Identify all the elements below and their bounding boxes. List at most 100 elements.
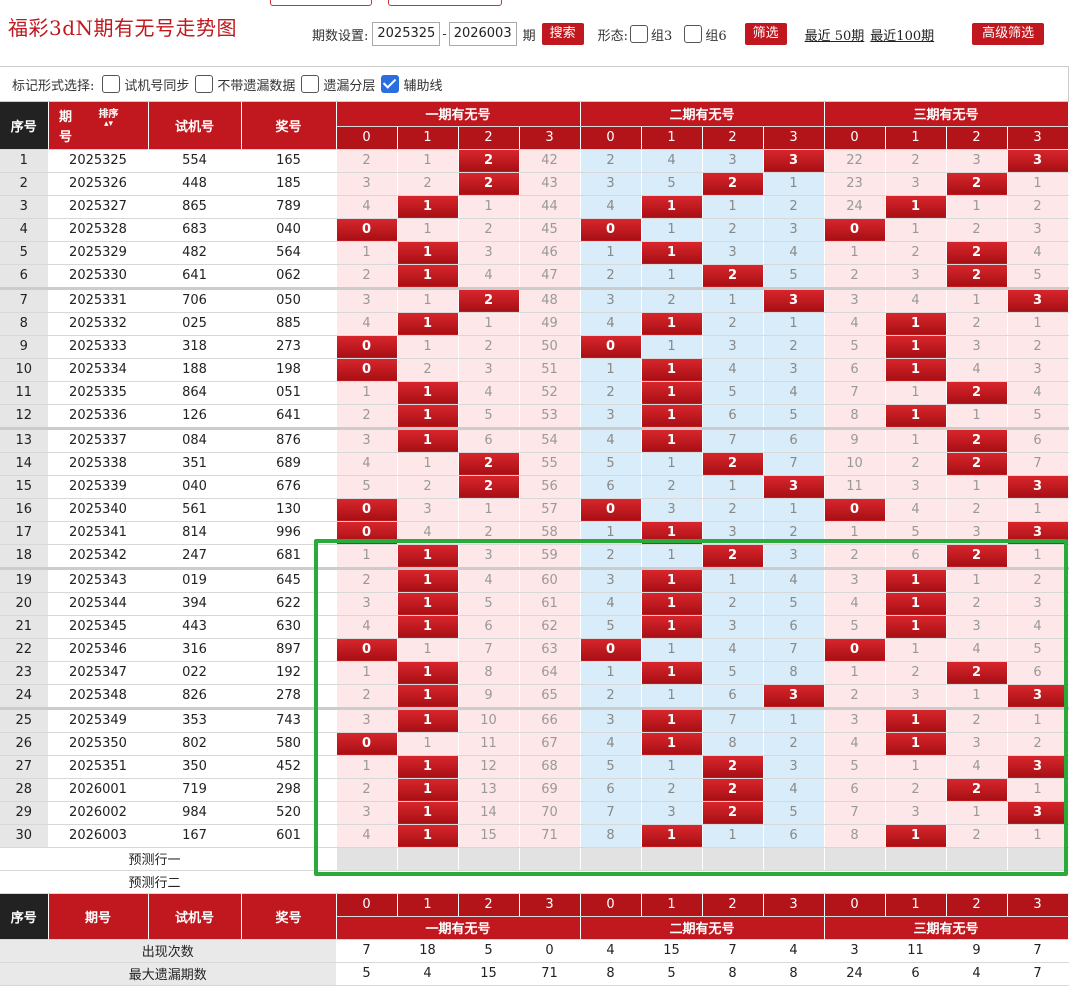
miss-cell: 1 [397,149,459,173]
period-from-input[interactable]: 2025325 [372,22,441,46]
prediction-cell[interactable] [336,847,398,871]
hit-cell: 1 [641,241,703,265]
miss-cell: 2 [946,498,1008,522]
prediction-cell[interactable] [519,870,581,894]
aux-line-checkbox[interactable] [381,75,400,93]
trial-cell: 864 [148,381,242,405]
prediction-cell[interactable] [397,870,459,894]
prediction-cell[interactable] [1007,870,1069,894]
table-row: 10 2025334 188 198 0 2 3 51 1 1 4 3 6 1 4 3 [0,358,1069,382]
hit-cell: 1 [885,568,947,593]
period-cell: 2025332 [48,312,149,336]
sync-trial-checkbox[interactable] [102,75,121,93]
prediction-cell[interactable] [946,870,1008,894]
group6-label: 组6 [705,28,727,44]
prediction-cell[interactable] [763,847,825,871]
seq-cell: 2 [0,172,49,196]
miss-cell: 2 [946,312,1008,336]
sort-control[interactable]: 排序 ▴▾ [99,110,119,129]
miss-cell: 4 [885,498,947,522]
seq-cell: 12 [0,404,49,430]
miss-cell: 5 [763,801,825,825]
period-to-input[interactable]: 2026003 [448,22,517,46]
option-miss-layer[interactable]: 遗漏分层 [301,75,375,94]
prediction-cell[interactable] [885,870,947,894]
prediction-cell[interactable] [336,870,398,894]
prediction-cell[interactable] [397,847,459,871]
period-cell: 2025335 [48,381,149,405]
group6-checkbox[interactable] [684,25,703,43]
miss-cell: 13 [458,778,520,802]
miss-cell: 7 [824,381,886,405]
miss-cell: 8 [580,824,642,848]
miss-cell: 1 [336,381,398,405]
miss-cell: 5 [885,521,947,545]
hit-cell: 3 [1007,521,1069,545]
no-miss-data-checkbox[interactable] [195,75,214,93]
filter-button[interactable]: 筛选 [744,23,787,45]
option-aux-line[interactable]: 辅助线 [381,75,442,94]
miss-cell: 5 [824,615,886,639]
hit-cell: 1 [641,358,703,382]
period-cell: 2025347 [48,661,149,685]
option-sync-trial[interactable]: 试机号同步 [102,75,189,94]
miss-cell: 4 [458,381,520,405]
hit-cell: 1 [641,732,703,756]
prediction-cell[interactable] [580,870,642,894]
miss-cell: 2 [824,544,886,570]
miss-layer-checkbox[interactable] [301,75,320,93]
miss-cell: 3 [824,708,886,733]
seq-cell: 26 [0,732,49,756]
prediction-cell[interactable] [458,847,520,871]
miss-cell: 4 [946,638,1008,662]
miss-cell: 1 [885,218,947,242]
col-period-header[interactable]: 期号 排序 ▴▾ [48,102,149,150]
recent-100-link[interactable]: 最近100期 [870,25,934,44]
miss-cell: 1 [885,381,947,405]
prediction-cell[interactable] [824,847,886,871]
stats-value: 71 [519,962,581,986]
prediction-cell[interactable] [641,847,703,871]
option-no-miss-data[interactable]: 不带遗漏数据 [195,75,295,94]
stats-value: 4 [397,962,459,986]
seq-cell: 24 [0,684,49,710]
prediction-cell[interactable] [946,847,1008,871]
top-tab-left[interactable] [270,0,372,6]
miss-cell: 4 [580,428,642,453]
seq-cell: 22 [0,638,49,662]
footer-group-header: 一期有无号 [336,916,581,940]
top-tab-right[interactable] [388,0,502,6]
miss-cell: 2 [824,264,886,290]
period-cell: 2025348 [48,684,149,710]
option-label: 遗漏分层 [323,78,376,94]
hit-cell: 1 [641,661,703,685]
group3-checkbox[interactable] [630,25,649,43]
miss-cell: 4 [580,312,642,336]
miss-cell: 6 [763,428,825,453]
prediction-cell[interactable] [702,870,764,894]
recent-50-link[interactable]: 最近 50期 [805,25,865,44]
advanced-filter-button[interactable]: 高级筛选 [972,23,1045,45]
prediction-cell[interactable] [641,870,703,894]
trial-cell: 316 [148,638,242,662]
table-row: 29 2026002 984 520 3 1 14 70 7 3 2 5 7 3 1 3 [0,801,1069,825]
prediction-cell[interactable] [458,870,520,894]
hit-cell: 2 [702,778,764,802]
prediction-cell[interactable] [1007,847,1069,871]
period-cell: 2025346 [48,638,149,662]
miss-cell: 5 [580,452,642,476]
prediction-cell[interactable] [885,847,947,871]
prediction-cell[interactable] [519,847,581,871]
prediction-cell[interactable] [763,870,825,894]
prediction-cell[interactable] [580,847,642,871]
search-button[interactable]: 搜索 [541,23,584,45]
miss-cell: 10 [824,452,886,476]
digit-header: 1 [641,126,703,150]
miss-cell: 3 [641,498,703,522]
prediction-cell[interactable] [702,847,764,871]
miss-cell: 2 [580,684,642,710]
miss-cell: 8 [824,404,886,430]
period-cell: 2025337 [48,428,149,453]
prediction-cell[interactable] [824,870,886,894]
hit-cell: 1 [397,544,459,570]
